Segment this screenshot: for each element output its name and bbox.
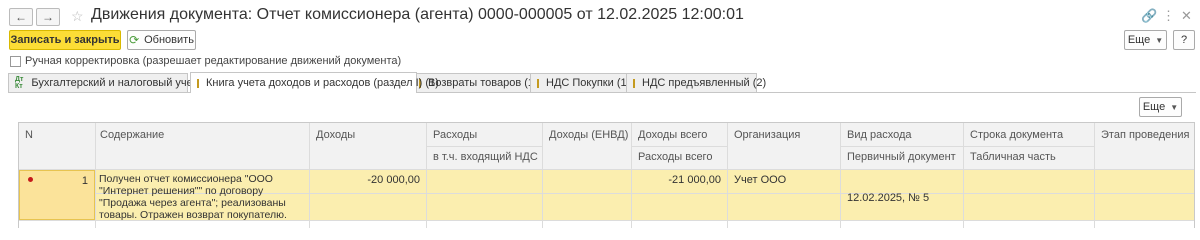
tab-label: Возвраты товаров (1) <box>428 77 538 89</box>
link-icon[interactable]: 🔗 <box>1141 8 1157 24</box>
post-and-close-button[interactable]: Записать и закрыть <box>9 30 121 50</box>
header-table-part[interactable]: Табличная часть <box>964 147 1062 167</box>
tab-vat-purchases[interactable]: НДС Покупки (1) <box>530 73 631 92</box>
more-vertical-icon[interactable]: ⋮ <box>1162 8 1175 24</box>
more-label: Еще <box>1127 34 1151 46</box>
column-divider <box>426 123 427 228</box>
favorite-star-icon[interactable]: ☆ <box>71 8 84 25</box>
header-stage[interactable]: Этап проведения <box>1095 125 1194 145</box>
forward-button[interactable]: → <box>36 8 60 26</box>
header-expenses[interactable]: Расходы <box>427 125 483 145</box>
row-content: Получен отчет комиссионера "ООО "Интерне… <box>99 173 287 221</box>
row-primary-doc: 12.02.2025, № 5 <box>847 192 930 204</box>
title-bar: ← → ☆ Движения документа: Отчет комиссио… <box>0 0 1200 30</box>
manual-edit-label: Ручная корректировка (разрешает редактир… <box>25 55 402 67</box>
header-subdivider <box>426 146 542 147</box>
header-income[interactable]: Доходы <box>310 125 361 145</box>
column-divider <box>963 123 964 228</box>
refresh-icon: ⟳ <box>129 33 140 47</box>
header-primary-doc[interactable]: Первичный документ <box>841 147 962 167</box>
header-subdivider <box>631 146 727 147</box>
header-organization[interactable]: Организация <box>728 125 806 145</box>
tab-label: НДС предъявленный (2) <box>642 77 767 89</box>
grid-more-label: Еще <box>1142 101 1166 113</box>
row-organization: Учет ООО <box>734 174 787 186</box>
tab-divider <box>8 92 1196 93</box>
row-income-total: -21 000,00 <box>668 174 721 186</box>
header-content[interactable]: Содержание <box>94 125 170 145</box>
help-icon: ? <box>1180 34 1188 46</box>
row-number: 1 <box>81 175 88 187</box>
tab-label: НДС Покупки (1) <box>546 77 631 89</box>
header-income-envd[interactable]: Доходы (ЕНВД) <box>543 125 634 145</box>
column-divider <box>95 123 96 228</box>
refresh-button[interactable]: ⟳ Обновить <box>127 30 196 50</box>
register-icon <box>633 78 635 88</box>
grid-more-button[interactable]: Еще ▼ <box>1139 97 1182 117</box>
header-income-total[interactable]: Доходы всего <box>632 125 713 145</box>
close-icon[interactable]: ✕ <box>1181 8 1192 24</box>
header-expenses-vat[interactable]: в т.ч. входящий НДС <box>427 147 544 167</box>
chevron-down-icon: ▼ <box>1170 102 1179 112</box>
header-expense-type[interactable]: Вид расхода <box>841 125 917 145</box>
record-active-icon <box>28 177 33 182</box>
arrow-left-icon: ← <box>15 10 27 24</box>
row-income: -20 000,00 <box>367 174 420 186</box>
manual-edit-checkbox[interactable] <box>10 56 21 67</box>
help-button[interactable]: ? <box>1173 30 1195 50</box>
movements-table: N Содержание Доходы Расходы Доходы (ЕНВД… <box>18 122 1195 228</box>
register-icon <box>197 78 199 88</box>
chevron-down-icon: ▼ <box>1155 35 1164 45</box>
dt-kt-icon: Дт Кт <box>15 76 24 90</box>
refresh-label: Обновить <box>144 34 194 46</box>
tab-label: Бухгалтерский и налоговый учет (4) <box>31 77 214 89</box>
header-subdivider <box>840 146 1094 147</box>
column-divider <box>1094 123 1095 228</box>
window-title: Движения документа: Отчет комиссионера (… <box>91 6 744 23</box>
column-divider <box>840 123 841 228</box>
more-button[interactable]: Еще ▼ <box>1124 30 1167 50</box>
tab-accounting[interactable]: Дт Кт Бухгалтерский и налоговый учет (4) <box>8 73 214 92</box>
tab-income-expense-book[interactable]: Книга учета доходов и расходов (раздел I… <box>190 72 439 93</box>
header-n[interactable]: N <box>19 125 39 145</box>
row-number-cell[interactable]: 1 <box>19 170 95 220</box>
tab-vat-presented[interactable]: НДС предъявленный (2) <box>626 73 766 92</box>
header-doc-line[interactable]: Строка документа <box>964 125 1069 145</box>
column-divider <box>542 123 543 228</box>
header-expenses-total[interactable]: Расходы всего <box>632 147 718 167</box>
tab-label: Книга учета доходов и расходов (раздел I… <box>206 77 439 89</box>
register-icon <box>537 78 539 88</box>
back-button[interactable]: ← <box>9 8 33 26</box>
arrow-right-icon: → <box>42 10 54 24</box>
